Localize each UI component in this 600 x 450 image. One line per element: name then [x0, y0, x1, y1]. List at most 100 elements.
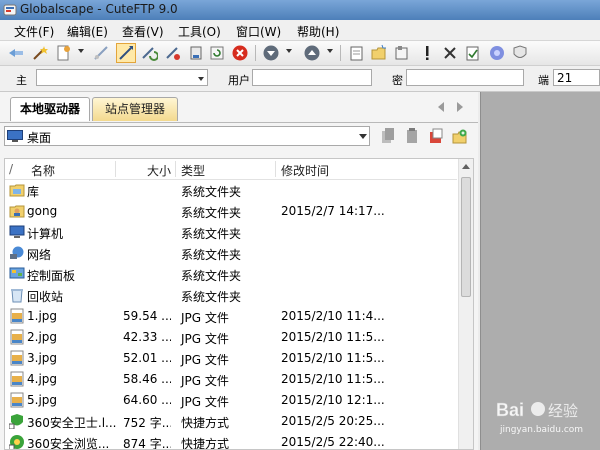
file-name: 4.jpg	[27, 372, 58, 386]
port-input[interactable]	[553, 69, 600, 86]
connection-wizard-icon[interactable]	[31, 44, 49, 62]
file-row[interactable]: 网络 系统文件夹	[5, 243, 457, 264]
properties-icon[interactable]	[418, 44, 436, 62]
file-row[interactable]: 计算机 系统文件夹	[5, 222, 457, 243]
file-type: 系统文件夹	[181, 227, 242, 241]
edit-icon[interactable]	[348, 44, 366, 62]
file-type: JPG 文件	[181, 332, 229, 346]
reconnect-icon[interactable]	[140, 44, 159, 62]
file-list: / 名称 大小 类型 修改时间 库系统文件夹 gong 系统文件夹 2015/2/7 …	[4, 158, 474, 450]
file-row[interactable]: 回收站 系统文件夹	[5, 285, 457, 306]
delete-icon[interactable]	[441, 44, 459, 62]
recycle-bin-icon	[9, 287, 25, 303]
stop-icon[interactable]	[231, 44, 249, 62]
connect-icon[interactable]	[7, 44, 25, 62]
file-name: 回收站	[27, 290, 64, 304]
file-row[interactable]: 1.jpg 59.54 ... JPG 文件 2015/2/10 11:4...	[5, 306, 457, 327]
save-to-folder-icon[interactable]	[428, 127, 444, 145]
disconnect-icon[interactable]	[92, 44, 110, 62]
tab-local-drives[interactable]: 本地驱动器	[10, 97, 90, 121]
file-size: 874 字...	[123, 437, 171, 450]
file-name: 控制面板	[27, 269, 76, 283]
file-type: 系统文件夹	[181, 290, 242, 304]
new-folder-icon[interactable]	[452, 127, 468, 145]
column-divider[interactable]	[275, 161, 276, 177]
menu-edit[interactable]: 编辑(E)	[67, 23, 108, 40]
stop-connect-icon[interactable]	[164, 44, 182, 62]
user-input[interactable]	[252, 69, 372, 86]
chevron-down-icon[interactable]	[327, 49, 333, 53]
transfer-queue-icon[interactable]	[187, 44, 205, 62]
path-text: 桌面	[27, 131, 52, 145]
menu-file[interactable]: 文件(F)	[14, 23, 54, 40]
column-name[interactable]: 名称	[31, 162, 55, 179]
jpg-file-icon	[9, 350, 25, 366]
download-icon[interactable]	[262, 44, 280, 62]
refresh-icon[interactable]	[208, 44, 226, 62]
jpg-file-icon	[9, 329, 25, 345]
path-selector[interactable]: 桌面	[4, 126, 370, 146]
file-row[interactable]: 360安全浏览... 874 字... 快捷方式 2015/2/5 22:40...	[5, 432, 457, 450]
menu-window[interactable]: 窗口(W)	[236, 23, 281, 40]
file-row[interactable]: 控制面板 系统文件夹	[5, 264, 457, 285]
cuteftp-app-icon	[3, 4, 17, 16]
file-type: 系统文件夹	[181, 248, 242, 262]
file-type: JPG 文件	[181, 395, 229, 409]
chevron-down-icon[interactable]	[286, 49, 292, 53]
column-type[interactable]: 类型	[181, 162, 205, 179]
column-divider[interactable]	[175, 161, 176, 177]
column-size[interactable]: 大小	[147, 162, 171, 179]
menu-tools[interactable]: 工具(O)	[178, 23, 221, 40]
file-row[interactable]: 3.jpg 52.01 ... JPG 文件 2015/2/10 11:5...	[5, 348, 457, 369]
file-row[interactable]: 4.jpg 58.46 ... JPG 文件 2015/2/10 11:5...	[5, 369, 457, 390]
file-name: 5.jpg	[27, 393, 58, 407]
file-type: 快捷方式	[181, 437, 230, 450]
paste-icon[interactable]	[404, 127, 420, 145]
copy-icon[interactable]	[380, 127, 396, 145]
column-modified[interactable]: 修改时间	[281, 162, 329, 179]
host-label: 主	[16, 74, 27, 87]
scroll-thumb[interactable]	[461, 177, 471, 297]
column-divider[interactable]	[115, 161, 116, 177]
menu-help[interactable]: 帮助(H)	[297, 23, 339, 40]
upload-icon[interactable]	[303, 44, 321, 62]
file-modified: 2015/2/10 12:1...	[281, 393, 385, 407]
host-input[interactable]	[36, 69, 208, 86]
file-row[interactable]: 360安全卫士.l... 752 字... 快捷方式 2015/2/5 20:25..…	[5, 411, 457, 432]
baidu-jingyan-watermark: Bai 经验 jingyan.baidu.com	[494, 396, 594, 436]
chevron-down-icon[interactable]	[78, 49, 84, 53]
scroll-up-icon[interactable]	[462, 164, 470, 169]
tab-site-manager[interactable]: 站点管理器	[92, 97, 178, 121]
file-name: 360安全浏览...	[27, 437, 110, 450]
desktop-icon	[7, 130, 23, 142]
file-modified: 2015/2/10 11:5...	[281, 372, 385, 386]
new-site-icon[interactable]	[54, 44, 72, 62]
file-row[interactable]: 5.jpg 64.60 ... JPG 文件 2015/2/10 12:1...	[5, 390, 457, 411]
chevron-left-icon[interactable]	[438, 102, 444, 112]
rename-icon[interactable]	[393, 44, 411, 62]
file-name: 库	[27, 185, 40, 199]
file-row[interactable]: 2.jpg 42.33 ... JPG 文件 2015/2/10 11:5...	[5, 327, 457, 348]
password-label: 密	[392, 74, 403, 87]
new-folder-icon[interactable]	[370, 44, 388, 62]
menu-view[interactable]: 查看(V)	[122, 23, 164, 40]
chevron-down-icon[interactable]	[198, 77, 204, 81]
file-name: 3.jpg	[27, 351, 58, 365]
file-size: 752 字...	[123, 416, 171, 430]
quick-connect-icon[interactable]	[116, 43, 136, 63]
security-icon[interactable]	[511, 44, 529, 62]
watermark-url: jingyan.baidu.com	[499, 425, 583, 435]
chevron-right-icon[interactable]	[457, 102, 463, 112]
checklist-icon[interactable]	[464, 44, 482, 62]
jpg-file-icon	[9, 308, 25, 324]
file-modified: 2015/2/5 22:40...	[281, 435, 385, 449]
toolbar	[0, 41, 600, 66]
computer-icon	[9, 224, 25, 240]
user-label: 用户	[228, 74, 250, 87]
password-input[interactable]	[406, 69, 524, 86]
file-type: JPG 文件	[181, 374, 229, 388]
globe-icon[interactable]	[488, 44, 506, 62]
file-row[interactable]: gong 系统文件夹 2015/2/7 14:17...	[5, 201, 457, 222]
file-row[interactable]: 库 系统文件夹	[5, 180, 457, 201]
vertical-scrollbar[interactable]	[458, 159, 473, 449]
